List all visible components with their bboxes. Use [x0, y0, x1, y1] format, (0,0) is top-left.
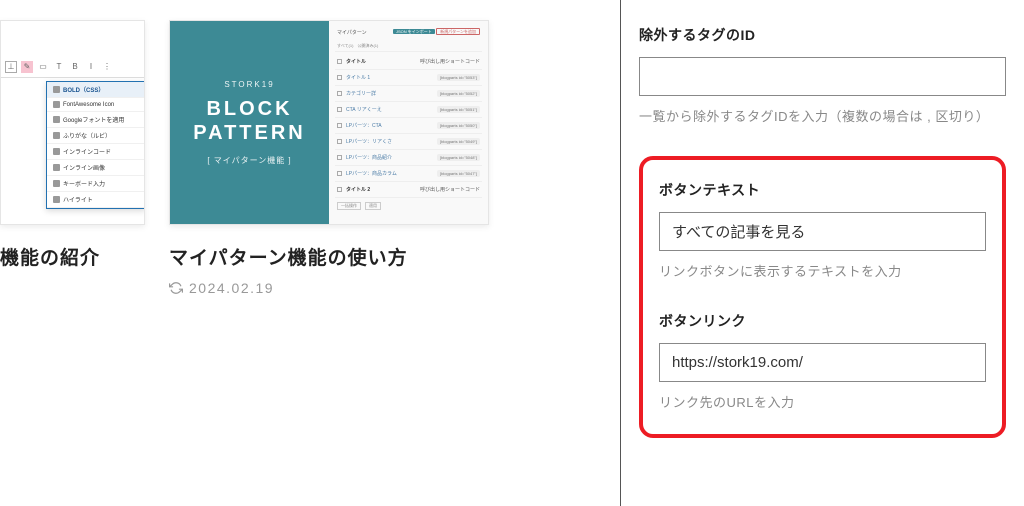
- dropdown-item: FontAwesome Icon: [47, 98, 145, 112]
- field-label: ボタンリンク: [659, 311, 986, 331]
- dropdown-label: FontAwesome Icon: [63, 102, 114, 108]
- button-link-input[interactable]: [659, 343, 986, 382]
- thumb-list-panel: マイパターン JSON をインポート 新規パターンを追加 すべて(1) 公開済み…: [329, 21, 488, 224]
- dropdown-item: インライン画像: [47, 160, 145, 176]
- thumb-main-title: BLOCK PATTERN: [180, 97, 319, 145]
- format-dropdown: BOLD（CSS） FontAwesome Icon Googleフォントを適用…: [46, 81, 145, 209]
- brand-name: STORK19: [224, 80, 274, 89]
- field-label: ボタンテキスト: [659, 180, 986, 200]
- toolbar-item: ▭: [37, 61, 49, 73]
- date-text: 2024.02.19: [189, 280, 274, 296]
- import-badge: JSON をインポート: [393, 29, 435, 34]
- article-card[interactable]: STORK19 BLOCK PATTERN [ マイパターン機能 ] マイパター…: [169, 20, 489, 506]
- list-row: LPパーツ：商品紹介[blogparts id="5048"]: [335, 150, 482, 166]
- dropdown-label: Googleフォントを適用: [63, 115, 124, 124]
- dropdown-label: ハイライト: [63, 195, 93, 204]
- toolbar-item-active: ✎: [21, 61, 33, 73]
- list-row: LPパーツ：リアくさ[blogparts id="5049"]: [335, 134, 482, 150]
- dropdown-label: ふりがな（ルビ）: [63, 131, 111, 140]
- dropdown-item: Googleフォントを適用: [47, 112, 145, 128]
- toolbar-item: I: [85, 61, 97, 73]
- field-label: 除外するタグのID: [639, 25, 1006, 45]
- toolbar-item: ⊥: [5, 61, 17, 73]
- list-header-title: マイパターン: [337, 29, 367, 36]
- article-title: 機能の紹介: [0, 243, 145, 270]
- article-thumbnail: STORK19 BLOCK PATTERN [ マイパターン機能 ] マイパター…: [169, 20, 489, 225]
- dropdown-item: キーボード入力: [47, 176, 145, 192]
- exclude-tag-input[interactable]: [639, 57, 1006, 96]
- list-row: タイトル 2呼び出し用ショートコード: [335, 182, 482, 198]
- dropdown-item: ハイライト: [47, 192, 145, 208]
- article-date: 2024.02.19: [169, 280, 489, 296]
- exclude-tag-field-group: 除外するタグのID 一覧から除外するタグIDを入力（複数の場合は , 区切り）: [639, 25, 1006, 128]
- dropdown-item: インラインコード: [47, 144, 145, 160]
- button-text-input[interactable]: [659, 212, 986, 251]
- settings-sidebar: 除外するタグのID 一覧から除外するタグIDを入力（複数の場合は , 区切り） …: [620, 0, 1024, 506]
- dropdown-label: キーボード入力: [63, 179, 105, 188]
- field-help: 一覧から除外するタグIDを入力（複数の場合は , 区切り）: [639, 106, 1006, 128]
- list-footer: 一括操作 適用: [335, 198, 482, 210]
- list-row: タイトル 1[blogparts id="5053"]: [335, 70, 482, 86]
- list-row: カテゴリー詳[blogparts id="5052"]: [335, 86, 482, 102]
- dropdown-item: ふりがな（ルビ）: [47, 128, 145, 144]
- toolbar-item: T: [53, 61, 65, 73]
- list-subheader: すべて(1) 公開済み(1): [335, 41, 482, 52]
- list-row: LPパーツ：商品カラム[blogparts id="5047"]: [335, 166, 482, 182]
- article-title: マイパターン機能の使い方: [169, 243, 489, 270]
- field-help: リンク先のURLを入力: [659, 392, 986, 414]
- thumb-brand-panel: STORK19 BLOCK PATTERN [ マイパターン機能 ]: [170, 21, 329, 224]
- toolbar-item: ⋮: [101, 61, 113, 73]
- highlighted-settings: ボタンテキスト リンクボタンに表示するテキストを入力 ボタンリンク リンク先のU…: [639, 156, 1006, 438]
- list-header-row: タイトル 呼び出し用ショートコード: [335, 54, 482, 70]
- list-row: CTA リアくーえ[blogparts id="5051"]: [335, 102, 482, 118]
- list-row: LPパーツ：CTA[blogparts id="5050"]: [335, 118, 482, 134]
- field-help: リンクボタンに表示するテキストを入力: [659, 261, 986, 283]
- toolbar-item: B: [69, 61, 81, 73]
- article-card[interactable]: ⊥ ✎ ▭ T B I ⋮ BOLD（CSS） FontAwesome Icon…: [0, 20, 145, 506]
- editor-toolbar: ⊥ ✎ ▭ T B I ⋮: [1, 56, 144, 78]
- update-icon: [169, 281, 183, 295]
- content-cards: ⊥ ✎ ▭ T B I ⋮ BOLD（CSS） FontAwesome Icon…: [0, 0, 620, 506]
- dropdown-label: インライン画像: [63, 163, 105, 172]
- list-header: マイパターン JSON をインポート 新規パターンを追加: [335, 27, 482, 38]
- button-text-field-group: ボタンテキスト リンクボタンに表示するテキストを入力: [659, 180, 986, 283]
- dropdown-label: BOLD（CSS）: [63, 85, 104, 94]
- article-thumbnail: ⊥ ✎ ▭ T B I ⋮ BOLD（CSS） FontAwesome Icon…: [0, 20, 145, 225]
- dropdown-item: BOLD（CSS）: [47, 82, 145, 98]
- add-badge: 新規パターンを追加: [436, 28, 480, 35]
- button-link-field-group: ボタンリンク リンク先のURLを入力: [659, 311, 986, 414]
- thumb-subtitle: [ マイパターン機能 ]: [207, 155, 291, 166]
- dropdown-label: インラインコード: [63, 147, 111, 156]
